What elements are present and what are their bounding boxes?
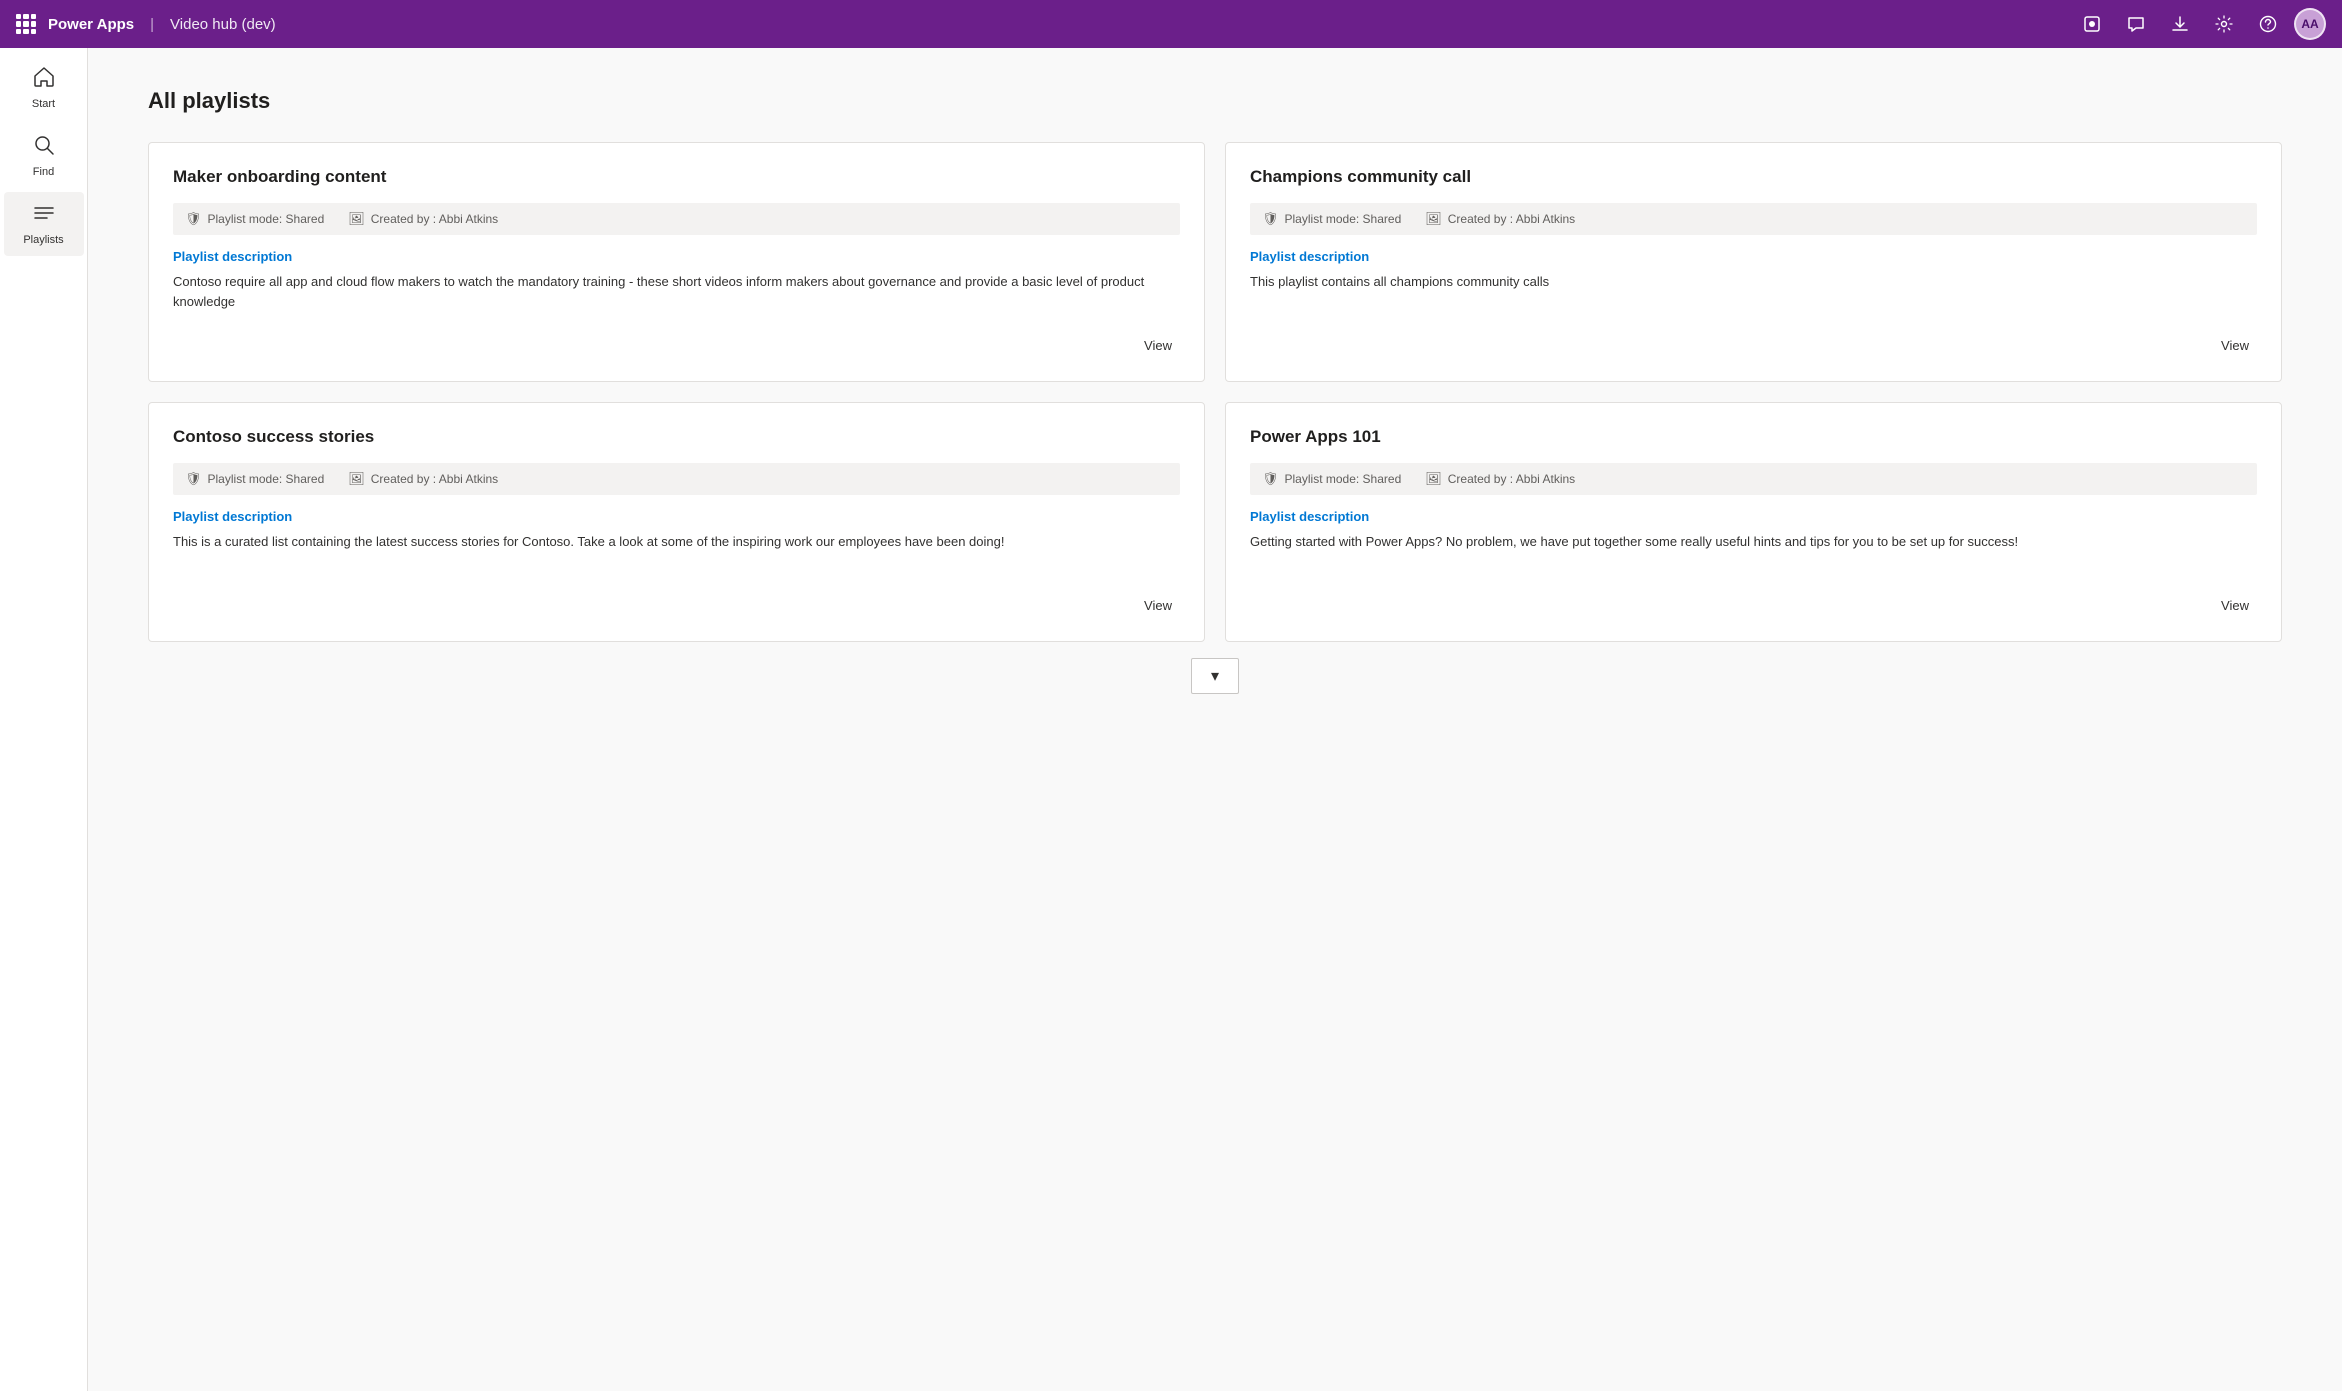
topbar-icons: AA	[2074, 6, 2326, 42]
playlist-card-champions: Champions community call 🛡 Playlist mode…	[1225, 142, 2282, 382]
content-area: All playlists Maker onboarding content 🛡…	[88, 48, 2342, 1391]
app-subtitle: Video hub (dev)	[170, 16, 276, 33]
playlist-title-2: Champions community call	[1250, 167, 2257, 187]
home-icon	[33, 66, 55, 94]
app-title: Power Apps	[48, 16, 134, 33]
playlist-meta-2: 🛡 Playlist mode: Shared 🖼 Created by : A…	[1250, 203, 2257, 235]
image-icon-2: 🖼	[1425, 211, 1442, 227]
sidebar-item-start[interactable]: Start	[4, 56, 84, 120]
image-icon-3: 🖼	[348, 471, 365, 487]
playlist-desc-label-4[interactable]: Playlist description	[1250, 509, 2257, 524]
playlist-view-btn-4[interactable]: View	[2213, 594, 2257, 617]
playlist-title-4: Power Apps 101	[1250, 427, 2257, 447]
playlist-card-maker-onboarding: Maker onboarding content 🛡 Playlist mode…	[148, 142, 1205, 382]
playlist-creator-4: 🖼 Created by : Abbi Atkins	[1425, 471, 1575, 487]
shield-icon-1: 🛡	[185, 211, 202, 227]
find-icon	[33, 134, 55, 162]
download-icon[interactable]	[2162, 6, 2198, 42]
playlist-creator-3: 🖼 Created by : Abbi Atkins	[348, 471, 498, 487]
playlist-card-contoso: Contoso success stories 🛡 Playlist mode:…	[148, 402, 1205, 642]
playlist-card-powerapps101: Power Apps 101 🛡 Playlist mode: Shared 🖼…	[1225, 402, 2282, 642]
playlist-desc-text-1: Contoso require all app and cloud flow m…	[173, 272, 1180, 318]
user-avatar[interactable]: AA	[2294, 8, 2326, 40]
playlist-mode-1: 🛡 Playlist mode: Shared	[185, 211, 324, 227]
sidebar-item-playlists[interactable]: Playlists	[4, 192, 84, 256]
playlists-icon	[33, 202, 55, 230]
playlist-desc-text-4: Getting started with Power Apps? No prob…	[1250, 532, 2257, 578]
playlist-desc-text-2: This playlist contains all champions com…	[1250, 272, 2257, 318]
playlist-view-btn-3[interactable]: View	[1136, 594, 1180, 617]
playlist-desc-text-3: This is a curated list containing the la…	[173, 532, 1180, 578]
playlist-desc-label-3[interactable]: Playlist description	[173, 509, 1180, 524]
image-icon-4: 🖼	[1425, 471, 1442, 487]
sidebar-find-label: Find	[33, 166, 54, 178]
sidebar-item-find[interactable]: Find	[4, 124, 84, 188]
help-icon[interactable]	[2250, 6, 2286, 42]
chat-icon[interactable]	[2118, 6, 2154, 42]
playlist-view-btn-1[interactable]: View	[1136, 334, 1180, 357]
sidebar: Start Find Playlists	[0, 48, 88, 1391]
playlist-desc-label-1[interactable]: Playlist description	[173, 249, 1180, 264]
playlist-mode-4: 🛡 Playlist mode: Shared	[1262, 471, 1401, 487]
playlist-desc-label-2[interactable]: Playlist description	[1250, 249, 2257, 264]
playlist-title-3: Contoso success stories	[173, 427, 1180, 447]
playlist-meta-1: 🛡 Playlist mode: Shared 🖼 Created by : A…	[173, 203, 1180, 235]
settings-icon[interactable]	[2206, 6, 2242, 42]
image-icon-1: 🖼	[348, 211, 365, 227]
playlist-view-btn-2[interactable]: View	[2213, 334, 2257, 357]
title-separator: |	[150, 16, 154, 33]
sidebar-start-label: Start	[32, 98, 55, 110]
scroll-btn-container: ▾	[148, 642, 2282, 702]
shield-icon-4: 🛡	[1262, 471, 1279, 487]
shield-icon-2: 🛡	[1262, 211, 1279, 227]
playlist-creator-2: 🖼 Created by : Abbi Atkins	[1425, 211, 1575, 227]
topbar: Power Apps | Video hub (dev) AA	[0, 0, 2342, 48]
page-title: All playlists	[148, 88, 2282, 114]
sidebar-playlists-label: Playlists	[23, 234, 63, 246]
scroll-down-button[interactable]: ▾	[1191, 658, 1239, 694]
waffle-menu[interactable]	[16, 14, 36, 34]
playlist-meta-4: 🛡 Playlist mode: Shared 🖼 Created by : A…	[1250, 463, 2257, 495]
playlist-mode-2: 🛡 Playlist mode: Shared	[1262, 211, 1401, 227]
playlist-meta-3: 🛡 Playlist mode: Shared 🖼 Created by : A…	[173, 463, 1180, 495]
playlist-creator-1: 🖼 Created by : Abbi Atkins	[348, 211, 498, 227]
playlist-title-1: Maker onboarding content	[173, 167, 1180, 187]
publish-icon[interactable]	[2074, 6, 2110, 42]
main-layout: Start Find Playlists All playlists Maker…	[0, 48, 2342, 1391]
shield-icon-3: 🛡	[185, 471, 202, 487]
playlist-grid: Maker onboarding content 🛡 Playlist mode…	[148, 142, 2282, 642]
playlist-mode-3: 🛡 Playlist mode: Shared	[185, 471, 324, 487]
